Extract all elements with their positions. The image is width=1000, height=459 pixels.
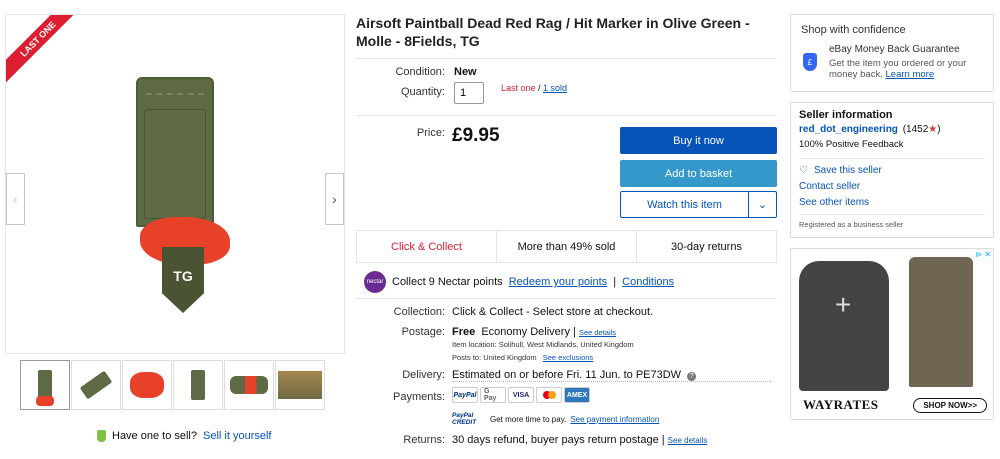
contact-seller-link[interactable]: Contact seller <box>799 181 860 192</box>
last-one-text: Last one <box>501 83 536 93</box>
quantity-label: Quantity: <box>400 86 445 98</box>
registered-business-text: Registered as a business seller <box>799 220 904 229</box>
postage-details-link[interactable]: See details <box>579 328 616 337</box>
star-icon: ★ <box>928 124 938 135</box>
shirt-image <box>799 261 889 391</box>
thumbnail[interactable] <box>122 360 172 410</box>
paypal-credit-text: Get more time to pay. <box>490 414 567 424</box>
sold-percent-feature: More than 49% sold <box>497 231 637 262</box>
quantity-input[interactable] <box>454 82 484 104</box>
positive-feedback: 100% Positive Feedback <box>799 139 904 150</box>
price-label: Price: <box>416 127 445 139</box>
conditions-link[interactable]: Conditions <box>622 276 674 288</box>
tg-logo-tag: TG <box>162 247 204 313</box>
thumbnail[interactable] <box>173 360 223 410</box>
shorts-image <box>909 257 973 387</box>
returns-details-link[interactable]: See details <box>668 436 708 445</box>
shield-icon: £ <box>803 53 817 71</box>
main-product-image[interactable]: TG <box>136 77 230 315</box>
ad-brand-logo: WAYRATES <box>803 397 879 412</box>
nectar-points-text: Collect 9 Nectar points <box>392 276 503 288</box>
condition-value: New <box>454 66 477 78</box>
thumbnail[interactable] <box>224 360 274 410</box>
seller-title: Seller information <box>799 109 893 121</box>
guarantee-title: eBay Money Back Guarantee <box>829 44 960 55</box>
save-seller-link[interactable]: ♡ Save this seller <box>799 165 985 176</box>
thumbnail-strip <box>20 360 325 410</box>
next-image-button[interactable]: › <box>325 173 344 225</box>
sell-it-yourself-link[interactable]: Sell it yourself <box>203 430 271 442</box>
buy-it-now-button[interactable]: Buy it now <box>620 127 777 154</box>
thumbnail[interactable] <box>275 360 325 410</box>
shop-now-button[interactable]: SHOP NOW>> <box>913 398 987 413</box>
delivery-estimate: Estimated on or before Fri. 11 Jun. to P… <box>452 369 682 381</box>
price-tag-icon <box>97 430 106 442</box>
payments-label: Payments: <box>393 391 445 403</box>
postage-service: Economy Delivery | <box>481 326 576 338</box>
mastercard-logo <box>536 387 562 403</box>
click-collect-feature: Click & Collect <box>357 231 497 262</box>
returns-label: Returns: <box>403 434 445 446</box>
image-gallery: LAST ONE ‹ TG › <box>5 14 345 354</box>
advertisement[interactable]: ⊳ ✕ WAYRATES SHOP NOW>> <box>790 248 994 420</box>
add-to-basket-button[interactable]: Add to basket <box>620 160 777 187</box>
returns-feature: 30-day returns <box>671 240 742 253</box>
chevron-down-icon[interactable]: ⌄ <box>748 192 776 217</box>
shop-with-confidence-panel: Shop with confidence £ eBay Money Back G… <box>790 14 994 92</box>
paypal-credit-logo: PayPal CREDIT <box>452 412 477 426</box>
watch-item-button[interactable]: Watch this item ⌄ <box>620 191 777 218</box>
seller-info-panel: Seller information red_dot_engineering (… <box>790 102 994 238</box>
delivery-label: Delivery: <box>402 369 445 381</box>
price-value: £9.95 <box>452 125 500 146</box>
payment-information-link[interactable]: See payment information <box>570 415 659 424</box>
see-exclusions-link[interactable]: See exclusions <box>543 353 593 362</box>
seller-name-link[interactable]: red_dot_engineering <box>799 124 898 135</box>
olive-pouch <box>136 77 214 227</box>
heart-icon: ♡ <box>799 165 808 176</box>
collection-value: Click & Collect - Select store at checko… <box>452 306 654 318</box>
info-icon[interactable]: ? <box>687 372 697 381</box>
visa-logo: VISA <box>508 387 534 403</box>
postage-label: Postage: <box>401 326 445 338</box>
nectar-icon: nectar <box>364 271 386 293</box>
chevron-left-icon: ‹ <box>13 191 18 207</box>
sold-count-link[interactable]: 1 sold <box>543 83 567 93</box>
thumbnail[interactable] <box>20 360 70 410</box>
ad-choices-icon[interactable]: ⊳ ✕ <box>973 249 993 260</box>
chevron-right-icon: › <box>332 191 337 207</box>
previous-image-button[interactable]: ‹ <box>6 173 25 225</box>
item-details: Airsoft Paintball Dead Red Rag / Hit Mar… <box>356 14 777 446</box>
learn-more-link[interactable]: Learn more <box>886 69 935 80</box>
collection-label: Collection: <box>393 306 445 318</box>
confidence-title: Shop with confidence <box>801 24 906 36</box>
last-one-ribbon: LAST ONE <box>6 15 87 88</box>
item-location: Item location: Solihull, West Midlands, … <box>452 340 634 349</box>
item-title: Airsoft Paintball Dead Red Rag / Hit Mar… <box>356 14 777 59</box>
google-pay-logo: G Pay <box>480 387 506 403</box>
paypal-logo: PayPal <box>452 387 478 403</box>
free-postage-text: Free <box>452 326 476 338</box>
amex-logo: AMEX <box>564 387 590 403</box>
returns-value: 30 days refund, buyer pays return postag… <box>452 434 665 446</box>
redeem-points-link[interactable]: Redeem your points <box>509 276 607 288</box>
thumbnail[interactable] <box>71 360 121 410</box>
sell-prompt: Have one to sell? Sell it yourself <box>97 430 271 442</box>
seller-score: (1452 <box>902 124 929 135</box>
posts-to-text: Posts to: United Kingdom <box>452 353 537 362</box>
feature-bar: Click & Collect More than 49% sold 30-da… <box>356 230 777 263</box>
payment-methods: PayPal G Pay VISA AMEX <box>452 387 590 403</box>
condition-label: Condition: <box>395 66 445 78</box>
other-items-link[interactable]: See other items <box>799 197 869 208</box>
